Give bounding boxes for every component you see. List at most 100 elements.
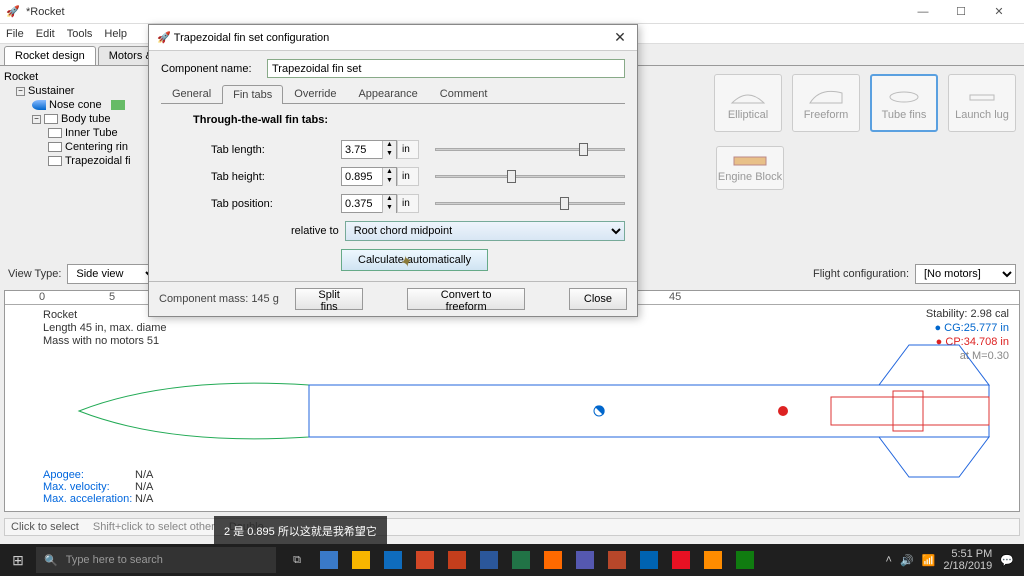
split-fins-button[interactable]: Split fins — [295, 288, 364, 310]
subtitle-line-1: 2 是 0.895 所以这就是我希望它 — [224, 520, 377, 544]
app-icon: 🚀 — [6, 5, 20, 19]
dialog-tabs: General Fin tabs Override Appearance Com… — [161, 84, 625, 104]
palette-launch-lug[interactable]: Launch lug — [948, 74, 1016, 132]
system-tray[interactable]: ˄ 🔊 📶 5:51 PM 2/18/2019 💬 — [876, 548, 1024, 572]
maximize-button[interactable]: ☐ — [942, 0, 980, 24]
tab-length-spinner[interactable]: ▲▼ — [341, 140, 397, 159]
tab-length-slider[interactable] — [435, 140, 625, 159]
tray-icon[interactable]: 🔊 — [900, 554, 914, 567]
up-arrow-icon[interactable]: ▲ — [382, 168, 396, 177]
menu-help[interactable]: Help — [104, 28, 127, 40]
app-icon-3[interactable] — [378, 546, 408, 574]
flight-config-label: Flight configuration: — [813, 268, 909, 280]
app-icon-10[interactable] — [602, 546, 632, 574]
component-mass-label: Component mass: 145 g — [159, 293, 279, 305]
tab-height-slider[interactable] — [435, 167, 625, 186]
taskbar-search[interactable]: 🔍 Type here to search — [36, 547, 276, 573]
relative-to-label: relative to — [291, 225, 339, 237]
rocket-canvas[interactable]: 051015202530354045 Rocket Length 45 in, … — [4, 290, 1020, 512]
component-name-input[interactable] — [267, 59, 625, 78]
tab-override[interactable]: Override — [283, 84, 347, 103]
dialog-title: Trapezoidal fin set configuration — [174, 32, 611, 44]
tray-icon[interactable]: 📶 — [922, 554, 936, 567]
view-type-select[interactable]: Side view — [67, 264, 159, 284]
app-icon-8[interactable] — [538, 546, 568, 574]
tab-fin-tabs[interactable]: Fin tabs — [222, 85, 283, 104]
app-icon-4[interactable] — [410, 546, 440, 574]
relative-to-select[interactable]: Root chord midpoint — [345, 221, 625, 241]
rocket-drawing — [39, 341, 999, 481]
tube-fins-icon — [886, 85, 922, 105]
tray-up-icon[interactable]: ˄ — [886, 554, 892, 566]
app-icon-7[interactable] — [506, 546, 536, 574]
tab-height-spinner[interactable]: ▲▼ — [341, 167, 397, 186]
up-arrow-icon[interactable]: ▲ — [382, 195, 396, 204]
section-heading: Through-the-wall fin tabs: — [193, 114, 625, 126]
app-icon-2[interactable] — [346, 546, 376, 574]
app-icon-11[interactable] — [634, 546, 664, 574]
inner-tube-icon — [48, 128, 62, 138]
menu-tools[interactable]: Tools — [67, 28, 93, 40]
tab-height-input[interactable] — [342, 171, 382, 183]
flight-config-select[interactable]: [No motors] — [915, 264, 1016, 284]
status-hint-2: Shift+click to select other — [93, 521, 215, 533]
dialog-icon: 🚀 — [157, 31, 171, 44]
rocket-dims: Length 45 in, max. diame — [43, 322, 167, 335]
close-dialog-button[interactable]: Close — [569, 288, 627, 310]
menu-edit[interactable]: Edit — [36, 28, 55, 40]
app-icon-13[interactable] — [698, 546, 728, 574]
app-icon-1[interactable] — [314, 546, 344, 574]
app-icon-5[interactable] — [442, 546, 472, 574]
statusbar: Click to select Shift+click to select ot… — [4, 518, 1020, 536]
minimize-button[interactable]: — — [904, 0, 942, 24]
body-tube-icon — [44, 114, 58, 124]
elliptical-icon — [730, 85, 766, 105]
taskview-icon[interactable]: ⧉ — [282, 546, 312, 574]
tab-position-slider[interactable] — [435, 194, 625, 213]
component-palette: Elliptical Freeform Tube fins Launch lug — [714, 74, 1016, 132]
flight-info: Apogee:N/A Max. velocity:N/A Max. accele… — [43, 469, 153, 505]
collapse-icon[interactable]: − — [32, 115, 41, 124]
centering-ring-icon — [48, 142, 62, 152]
tab-position-spinner[interactable]: ▲▼ — [341, 194, 397, 213]
tab-height-label: Tab height: — [211, 171, 341, 183]
cp-marker — [778, 406, 788, 416]
palette-engine-block[interactable]: Engine Block — [716, 146, 784, 190]
edit-icon[interactable] — [111, 100, 125, 110]
tab-position-input[interactable] — [342, 198, 382, 210]
tab-rocket-design[interactable]: Rocket design — [4, 46, 96, 65]
unit-label[interactable]: in — [397, 140, 419, 159]
start-button[interactable]: ⊞ — [0, 552, 36, 569]
tab-appearance[interactable]: Appearance — [347, 84, 428, 103]
palette-freeform[interactable]: Freeform — [792, 74, 860, 132]
notifications-icon[interactable]: 💬 — [1000, 554, 1014, 567]
app-icon-9[interactable] — [570, 546, 600, 574]
window-title: *Rocket — [26, 6, 904, 18]
palette-tube-fins[interactable]: Tube fins — [870, 74, 938, 132]
down-arrow-icon[interactable]: ▼ — [382, 177, 396, 186]
search-icon: 🔍 — [44, 554, 58, 567]
tab-position-label: Tab position: — [211, 198, 341, 210]
taskbar-clock[interactable]: 5:51 PM 2/18/2019 — [943, 548, 992, 572]
app-icon-6[interactable] — [474, 546, 504, 574]
down-arrow-icon[interactable]: ▼ — [382, 204, 396, 213]
down-arrow-icon[interactable]: ▼ — [382, 150, 396, 159]
unit-label[interactable]: in — [397, 167, 419, 186]
dialog-close-button[interactable]: ✕ — [611, 29, 629, 47]
search-placeholder: Type here to search — [66, 554, 163, 566]
menu-file[interactable]: File — [6, 28, 24, 40]
unit-label[interactable]: in — [397, 194, 419, 213]
tab-general[interactable]: General — [161, 84, 222, 103]
tab-comment[interactable]: Comment — [429, 84, 499, 103]
close-button[interactable]: ✕ — [980, 0, 1018, 24]
convert-freeform-button[interactable]: Convert to freeform — [407, 288, 525, 310]
status-hint-1: Click to select — [11, 521, 79, 533]
collapse-icon[interactable]: − — [16, 87, 25, 96]
up-arrow-icon[interactable]: ▲ — [382, 141, 396, 150]
dialog-titlebar[interactable]: 🚀 Trapezoidal fin set configuration ✕ — [149, 25, 637, 51]
view-type-label: View Type: — [8, 268, 61, 280]
app-icon-14[interactable] — [730, 546, 760, 574]
tab-length-input[interactable] — [342, 144, 382, 156]
app-icon-12[interactable] — [666, 546, 696, 574]
palette-elliptical[interactable]: Elliptical — [714, 74, 782, 132]
